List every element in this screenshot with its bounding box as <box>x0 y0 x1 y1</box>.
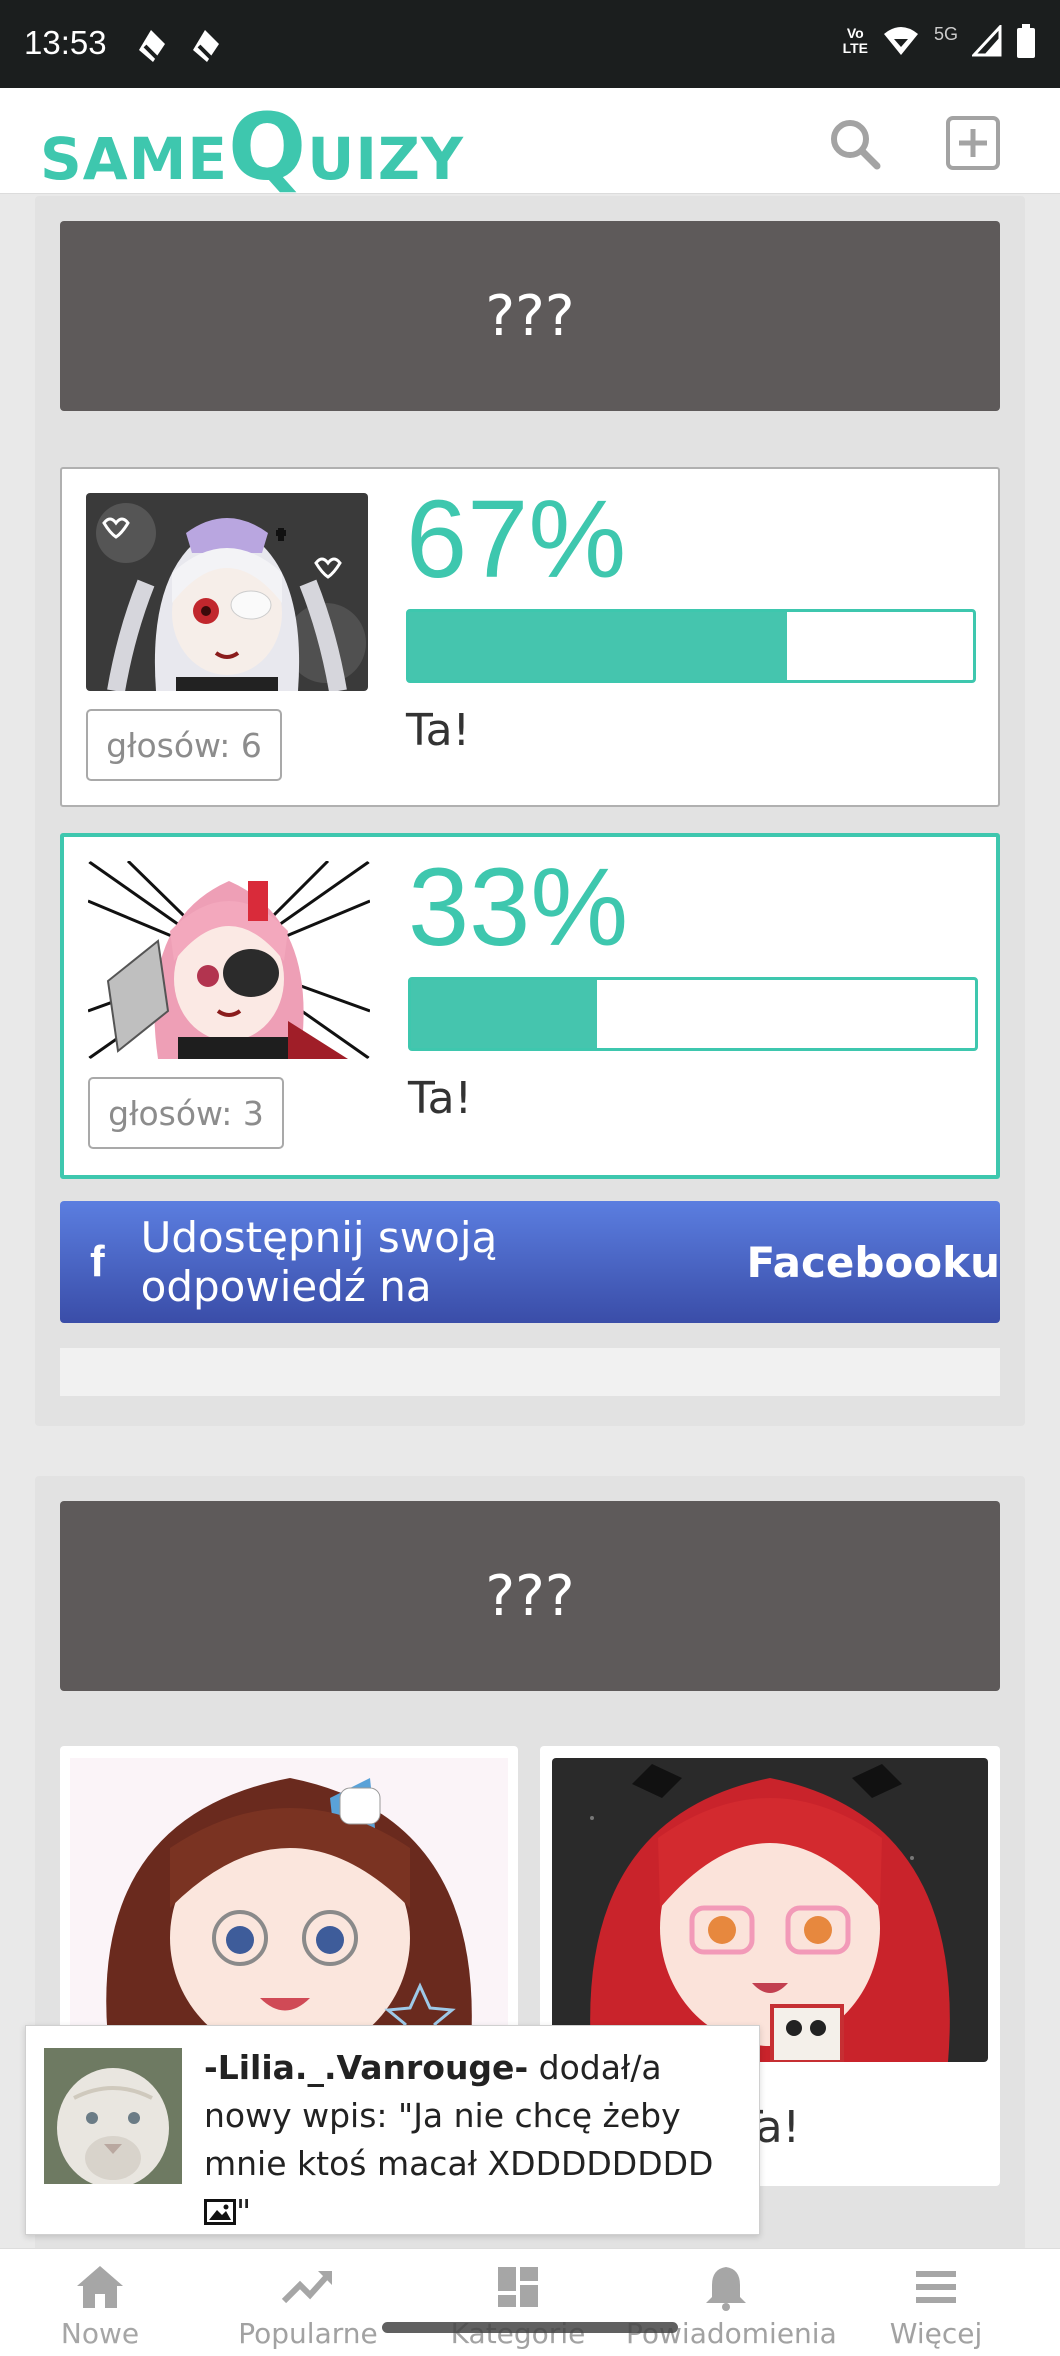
image-icon <box>204 2199 236 2225</box>
status-bar: 13:53 Vo LTE 5G <box>0 0 1060 88</box>
network-type: 5G <box>933 23 958 44</box>
trending-icon <box>282 2271 332 2304</box>
nav-label: Nowe <box>60 2317 140 2350</box>
question-card: ??? głosów: 6 67% Ta! głosów: 3 33% Ta! … <box>35 196 1025 1426</box>
menu-icon <box>916 2271 956 2303</box>
grid-icon <box>498 2267 538 2307</box>
vote-count: głosów: 3 <box>88 1077 284 1149</box>
signal-icon <box>972 25 1002 57</box>
nav-item-popularne[interactable]: Popularne <box>208 2263 408 2350</box>
nav-label: Więcej <box>889 2317 983 2350</box>
nav-item-nowe[interactable]: Nowe <box>0 2263 200 2350</box>
answer-percent: 67% <box>406 478 627 601</box>
activity-notification[interactable]: -Lilia._.Vanrouge- dodał/a nowy wpis: "J… <box>25 2025 760 2235</box>
status-notification-icons <box>135 28 221 64</box>
notification-diamond-icon <box>193 30 219 62</box>
answer-image <box>552 1758 988 2062</box>
vote-count: głosów: 6 <box>86 709 282 781</box>
bottom-nav: Nowe Popularne Kategorie Powiadomienia W… <box>0 2248 1060 2356</box>
comments-strip <box>60 1348 1000 1396</box>
percent-bar-fill <box>411 980 598 1048</box>
notification-text: -Lilia._.Vanrouge- dodał/a nowy wpis: "J… <box>204 2048 714 2231</box>
percent-bar <box>406 609 976 683</box>
home-icon <box>77 2266 123 2308</box>
nav-item-wiecej[interactable]: Więcej <box>836 2263 1036 2350</box>
answer-image <box>88 861 370 1059</box>
facebook-share-button[interactable]: f Udostępnij swoją odpowiedź na Facebook… <box>60 1201 1000 1323</box>
samequizy-logo[interactable]: SAMEQUIZY <box>40 94 464 201</box>
answer-text: Ta! <box>406 705 471 756</box>
question-title: ??? <box>60 221 1000 411</box>
answer-option[interactable]: głosów: 6 67% Ta! <box>60 467 1000 807</box>
nav-item-powiadomienia[interactable]: Powiadomienia <box>626 2263 837 2350</box>
answer-image <box>86 493 368 691</box>
answer-text: Ta! <box>408 1073 473 1124</box>
volte-indicator: Vo LTE <box>842 25 868 56</box>
share-label: Udostępnij swoją odpowiedź na <box>140 1213 498 1311</box>
home-indicator[interactable] <box>382 2322 678 2333</box>
notification-diamond-icon <box>139 30 165 62</box>
battery-icon <box>1017 24 1035 58</box>
facebook-icon: f <box>90 1237 105 1286</box>
search-icon[interactable] <box>827 116 883 172</box>
add-quiz-icon[interactable] <box>945 115 1001 171</box>
percent-bar <box>408 977 978 1051</box>
answer-image <box>70 1758 508 2058</box>
nav-label: Popularne <box>238 2317 378 2350</box>
nav-item-kategorie[interactable]: Kategorie <box>418 2263 618 2350</box>
bell-icon <box>706 2267 746 2311</box>
status-time: 13:53 <box>24 24 107 61</box>
answer-percent: 33% <box>408 846 629 969</box>
wifi-icon <box>883 27 918 55</box>
share-brand: Facebooku <box>746 1237 1000 1287</box>
question-title: ??? <box>60 1501 1000 1691</box>
app-header: SAMEQUIZY <box>0 88 1060 201</box>
percent-bar-fill <box>409 612 787 680</box>
avatar <box>44 2048 182 2184</box>
notification-user[interactable]: -Lilia._.Vanrouge- <box>204 2048 528 2087</box>
answer-option-selected[interactable]: głosów: 3 33% Ta! <box>60 833 1000 1179</box>
